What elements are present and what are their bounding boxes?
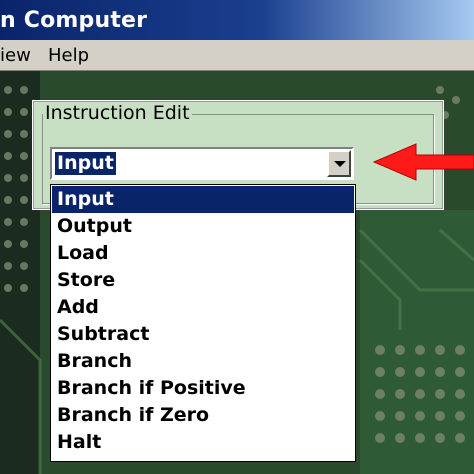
instruction-combo-box[interactable]: Input (50, 147, 354, 180)
window-title-bar[interactable]: n Computer (0, 0, 474, 40)
option-load[interactable]: Load (52, 240, 354, 267)
option-store[interactable]: Store (52, 267, 354, 294)
option-add[interactable]: Add (52, 294, 354, 321)
menu-bar: iew Help (0, 40, 474, 71)
menu-item-help[interactable]: Help (48, 45, 89, 66)
instruction-combo-value: Input (54, 151, 117, 176)
window-title: n Computer (0, 8, 148, 33)
option-input[interactable]: Input (52, 186, 354, 213)
option-branch[interactable]: Branch (52, 348, 354, 375)
menu-item-view[interactable]: iew (0, 45, 31, 66)
instruction-edit-label: Instruction Edit (43, 102, 192, 124)
option-output[interactable]: Output (52, 213, 354, 240)
dropdown-button[interactable] (327, 150, 351, 177)
option-halt[interactable]: Halt (52, 429, 354, 456)
option-branch-if-positive[interactable]: Branch if Positive (52, 375, 354, 402)
instruction-dropdown-list: Input Output Load Store Add Subtract Bra… (50, 184, 356, 462)
arrow-left-icon (372, 143, 474, 181)
option-subtract[interactable]: Subtract (52, 321, 354, 348)
option-branch-if-zero[interactable]: Branch if Zero (52, 402, 354, 429)
chevron-down-icon (334, 161, 346, 167)
